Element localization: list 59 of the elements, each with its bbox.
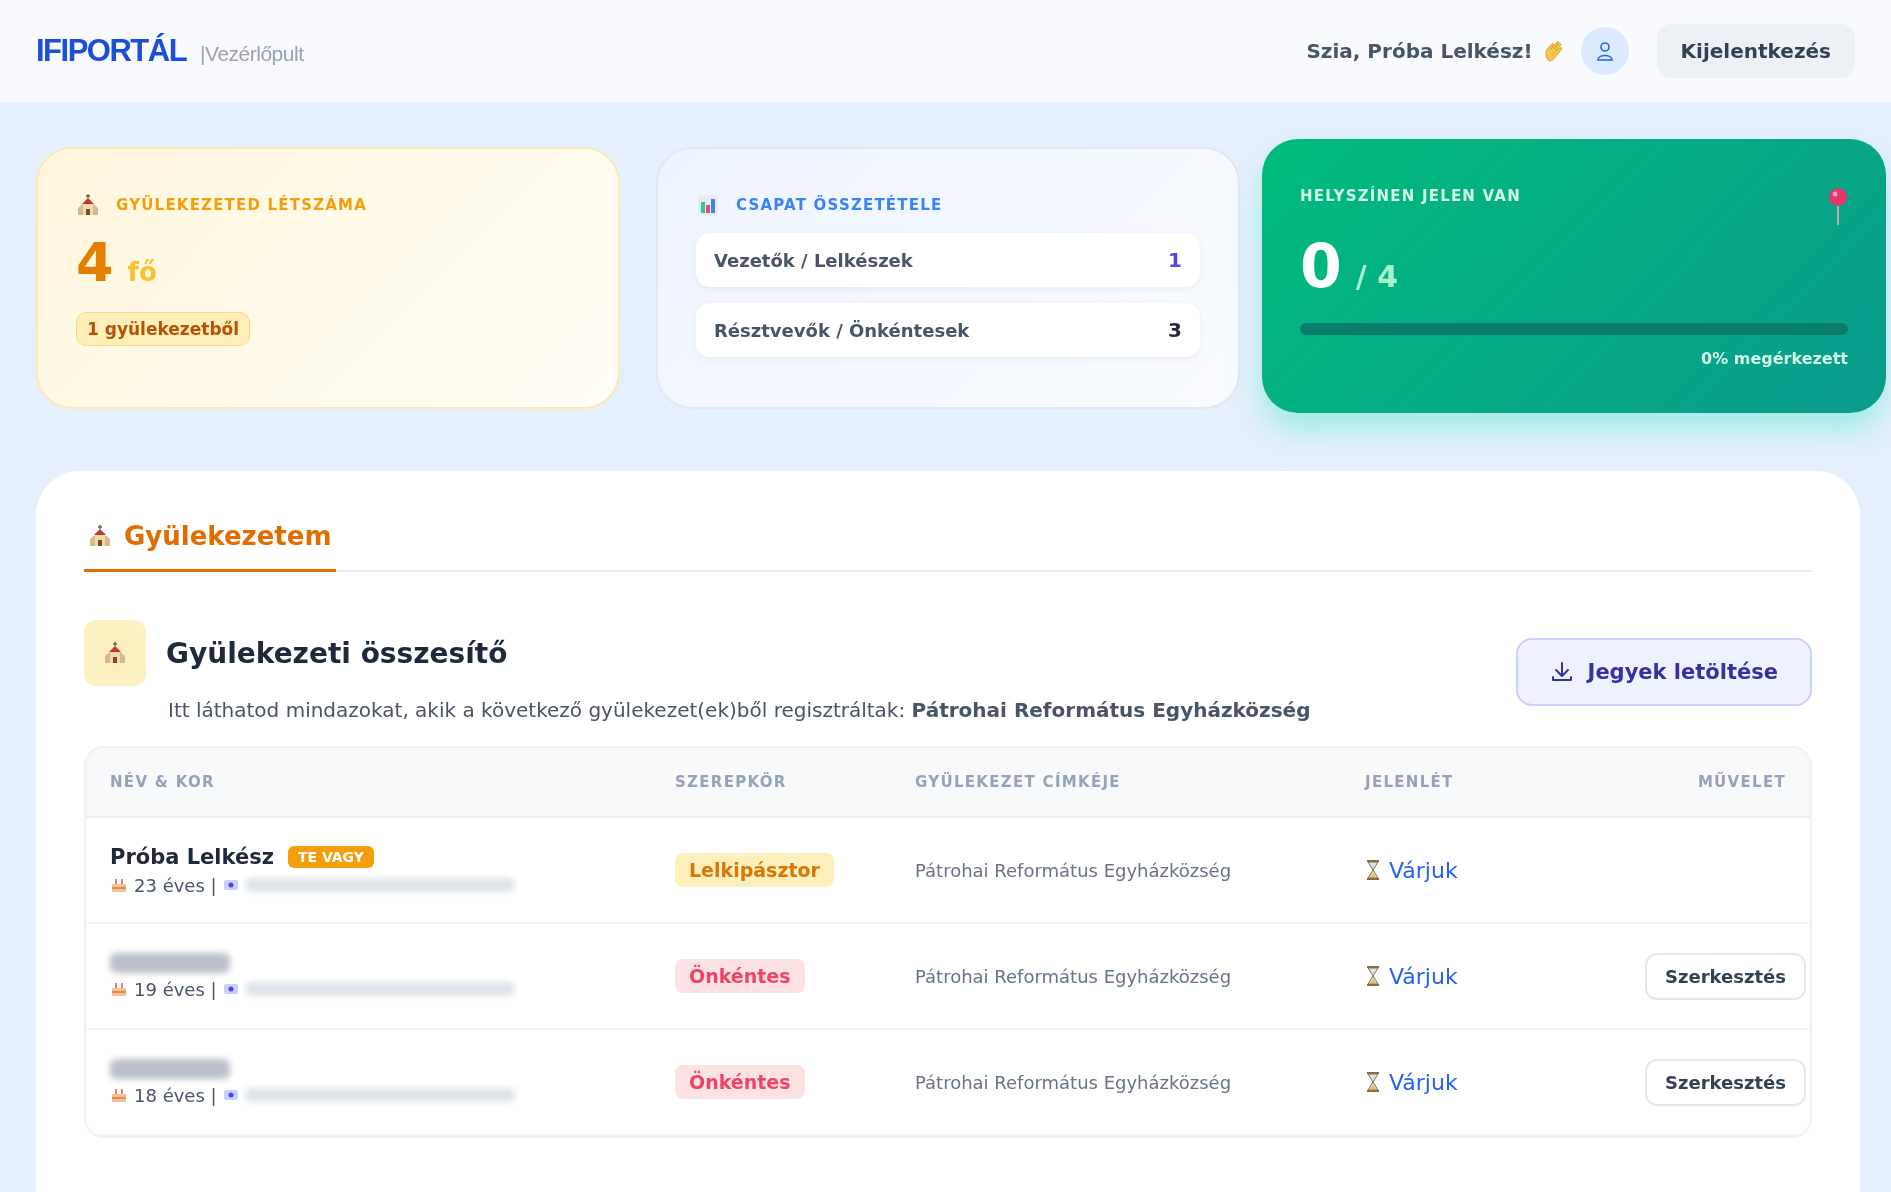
hourglass-icon <box>1365 860 1381 880</box>
status-text: Várjuk <box>1389 857 1458 883</box>
section-title: Gyülekezeti összesítő <box>166 636 508 670</box>
id-card-icon <box>222 982 239 996</box>
card-title: CSAPAT ÖSSZETÉTELE <box>736 196 943 214</box>
edit-button[interactable]: Szerkesztés <box>1645 952 1806 1000</box>
card-title: GYÜLEKEZETED LÉTSZÁMA <box>116 196 368 214</box>
bar-chart-icon <box>696 193 720 217</box>
column-header: GYÜLEKEZET CÍMKÉJE <box>915 773 1122 791</box>
age-text: 23 éves | <box>134 874 217 896</box>
attendance-total: / 4 <box>1355 259 1399 294</box>
progress-caption: 0% megérkezett <box>1700 349 1848 368</box>
card-title: HELYSZÍNEN JELEN VAN <box>1300 187 1521 205</box>
status-text: Várjuk <box>1389 1069 1458 1095</box>
person-name: Próba Lelkész <box>110 844 274 869</box>
download-button[interactable]: Jegyek letöltése <box>1515 638 1812 706</box>
team-label: Vezetők / Lelkészek <box>714 249 913 271</box>
status-text: Várjuk <box>1389 963 1458 989</box>
team-count: 3 <box>1168 318 1182 342</box>
edit-button[interactable]: Szerkesztés <box>1645 1058 1806 1106</box>
id-card-icon <box>222 878 239 892</box>
table-cell-text: Pátrohai Református Egyházközség <box>915 965 1233 987</box>
pin-icon <box>1828 187 1848 227</box>
page-subtitle: |Vezérlőpult <box>200 42 304 66</box>
column-header: JELENLÉT <box>1365 773 1455 791</box>
hourglass-icon <box>1365 966 1381 986</box>
count-value: 4 <box>76 231 114 294</box>
age-text: 19 éves | <box>134 978 217 1000</box>
user-icon <box>1594 41 1615 61</box>
church-icon <box>76 193 100 217</box>
age-text: 18 éves | <box>134 1084 217 1106</box>
section-description: Itt láthatod mindazokat, akik a következő gyülekezet(ek)ből regisztráltak: Pátrohai Református Egyházközség <box>168 698 1311 722</box>
church-icon <box>103 641 127 665</box>
column-header: NÉV & KOR <box>110 773 216 791</box>
table-cell-text: Pátrohai Református Egyházközség <box>915 1071 1233 1093</box>
logo[interactable]: IFIPORTÁL <box>36 33 187 69</box>
waving-hand-icon <box>1542 39 1565 63</box>
count-unit: fő <box>127 257 157 287</box>
church-icon <box>88 524 112 548</box>
role-badge: Lelkipásztor <box>675 853 834 887</box>
column-header: MŰVELET <box>1696 773 1786 791</box>
cake-icon <box>110 876 128 894</box>
logout-button[interactable]: Kijelentkezés <box>1656 24 1855 78</box>
table-cell-text: Pátrohai Református Egyházközség <box>915 859 1233 881</box>
column-header: SZEREPKÖR <box>675 773 788 791</box>
cake-icon <box>110 1086 128 1104</box>
attendance-value: 0 <box>1300 231 1342 301</box>
you-badge: TE VAGY <box>287 845 374 868</box>
team-label: Résztvevők / Önkéntesek <box>714 319 970 341</box>
count-badge: 1 gyülekezetből <box>76 312 251 346</box>
role-badge: Önkéntes <box>675 959 805 993</box>
user-avatar[interactable] <box>1580 27 1629 75</box>
role-badge: Önkéntes <box>675 1065 805 1099</box>
cake-icon <box>110 980 128 998</box>
greeting-text: Szia, Próba Lelkész! <box>1306 39 1533 63</box>
team-count: 1 <box>1168 248 1182 272</box>
id-card-icon <box>222 1088 239 1102</box>
hourglass-icon <box>1365 1072 1381 1092</box>
download-icon <box>1549 660 1574 684</box>
